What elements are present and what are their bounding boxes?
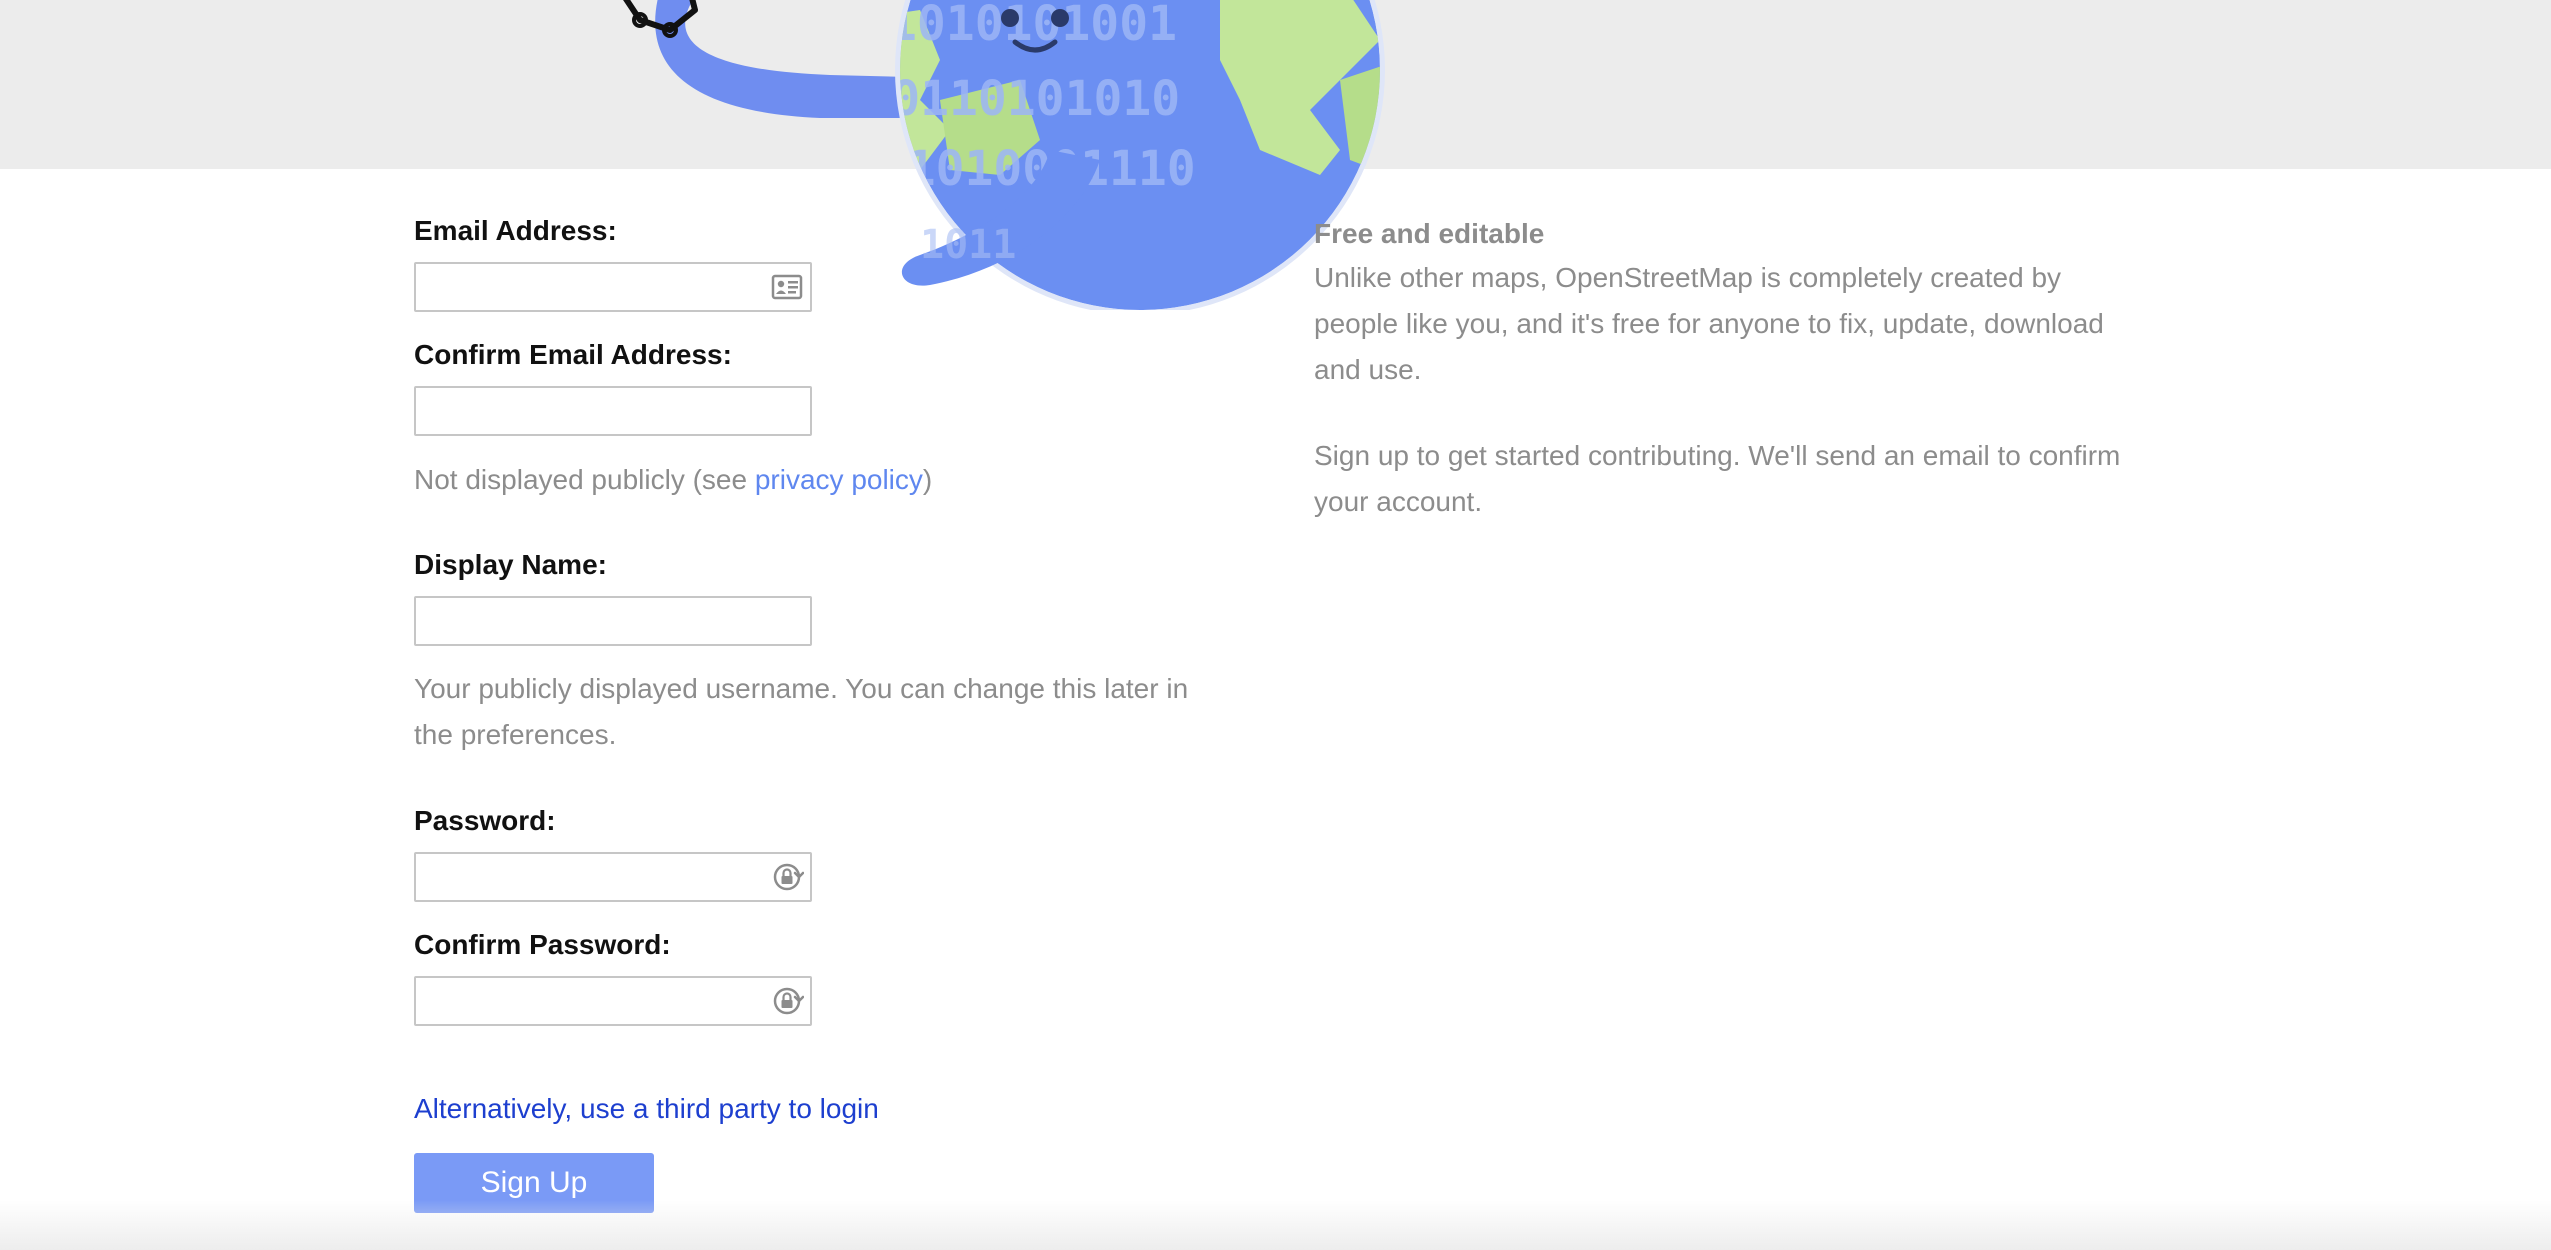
sidebar-paragraph-2: Sign up to get started contributing. We'…: [1314, 440, 2121, 517]
email-help-text: Not displayed publicly (see privacy poli…: [414, 457, 1214, 503]
privacy-policy-link[interactable]: privacy policy: [755, 464, 923, 495]
sidebar-paragraph-1: Unlike other maps, OpenStreetMap is comp…: [1314, 262, 2104, 385]
confirm-email-label: Confirm Email Address:: [414, 339, 732, 370]
password-label: Password:: [414, 805, 556, 836]
password-manager-icon[interactable]: [770, 860, 804, 894]
email-help-suffix: ): [922, 464, 933, 495]
confirm-password-field[interactable]: [414, 976, 812, 1026]
password-field[interactable]: [414, 852, 812, 902]
confirm-password-label: Confirm Password:: [414, 929, 671, 960]
email-help-prefix: Not displayed publicly (see: [414, 464, 755, 495]
confirm-email-field[interactable]: [414, 386, 812, 436]
email-label: Email Address:: [414, 215, 617, 246]
display-name-field[interactable]: [414, 596, 812, 646]
footer-shadow: [0, 1200, 2551, 1250]
display-name-help-text: Your publicly displayed username. You ca…: [414, 673, 1189, 750]
third-party-login-link[interactable]: Alternatively, use a third party to logi…: [414, 1089, 879, 1129]
sign-up-button[interactable]: Sign Up: [414, 1153, 654, 1213]
sidebar-title: Free and editable: [1314, 218, 1545, 249]
password-manager-icon[interactable]: [770, 984, 804, 1018]
binary-text-row-4: 1011: [920, 222, 1016, 268]
contact-card-icon[interactable]: [770, 270, 804, 304]
header-banner: [0, 0, 2551, 169]
email-field[interactable]: [414, 262, 812, 312]
display-name-label: Display Name:: [414, 549, 607, 580]
